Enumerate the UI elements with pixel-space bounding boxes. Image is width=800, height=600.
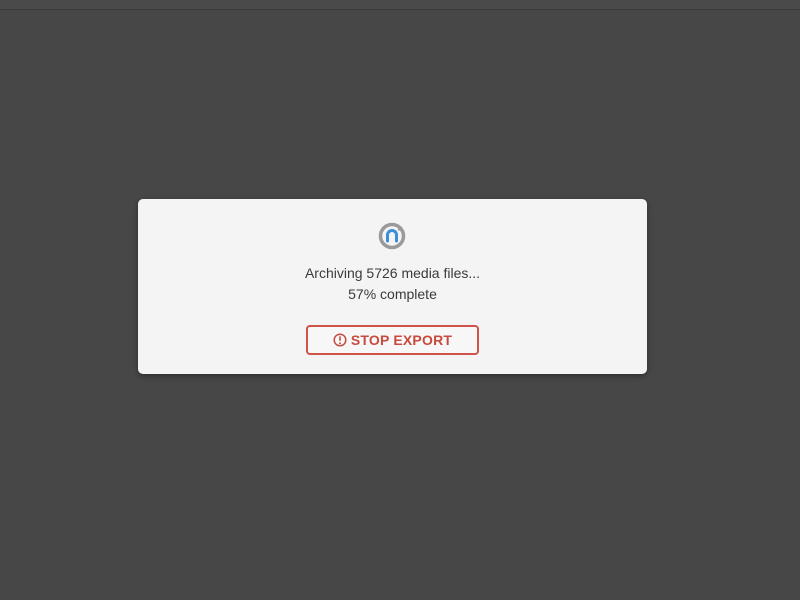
export-progress-dialog: Archiving 5726 media files... 57% comple… — [138, 199, 647, 374]
status-message: Archiving 5726 media files... — [304, 265, 481, 281]
sync-spinner-icon — [377, 221, 407, 251]
alert-circle-icon — [333, 333, 347, 347]
progress-percent-label: 57% complete — [348, 286, 437, 302]
stop-export-button[interactable]: STOP EXPORT — [306, 325, 479, 355]
stop-export-label: STOP EXPORT — [350, 332, 453, 348]
top-bar — [0, 0, 800, 10]
